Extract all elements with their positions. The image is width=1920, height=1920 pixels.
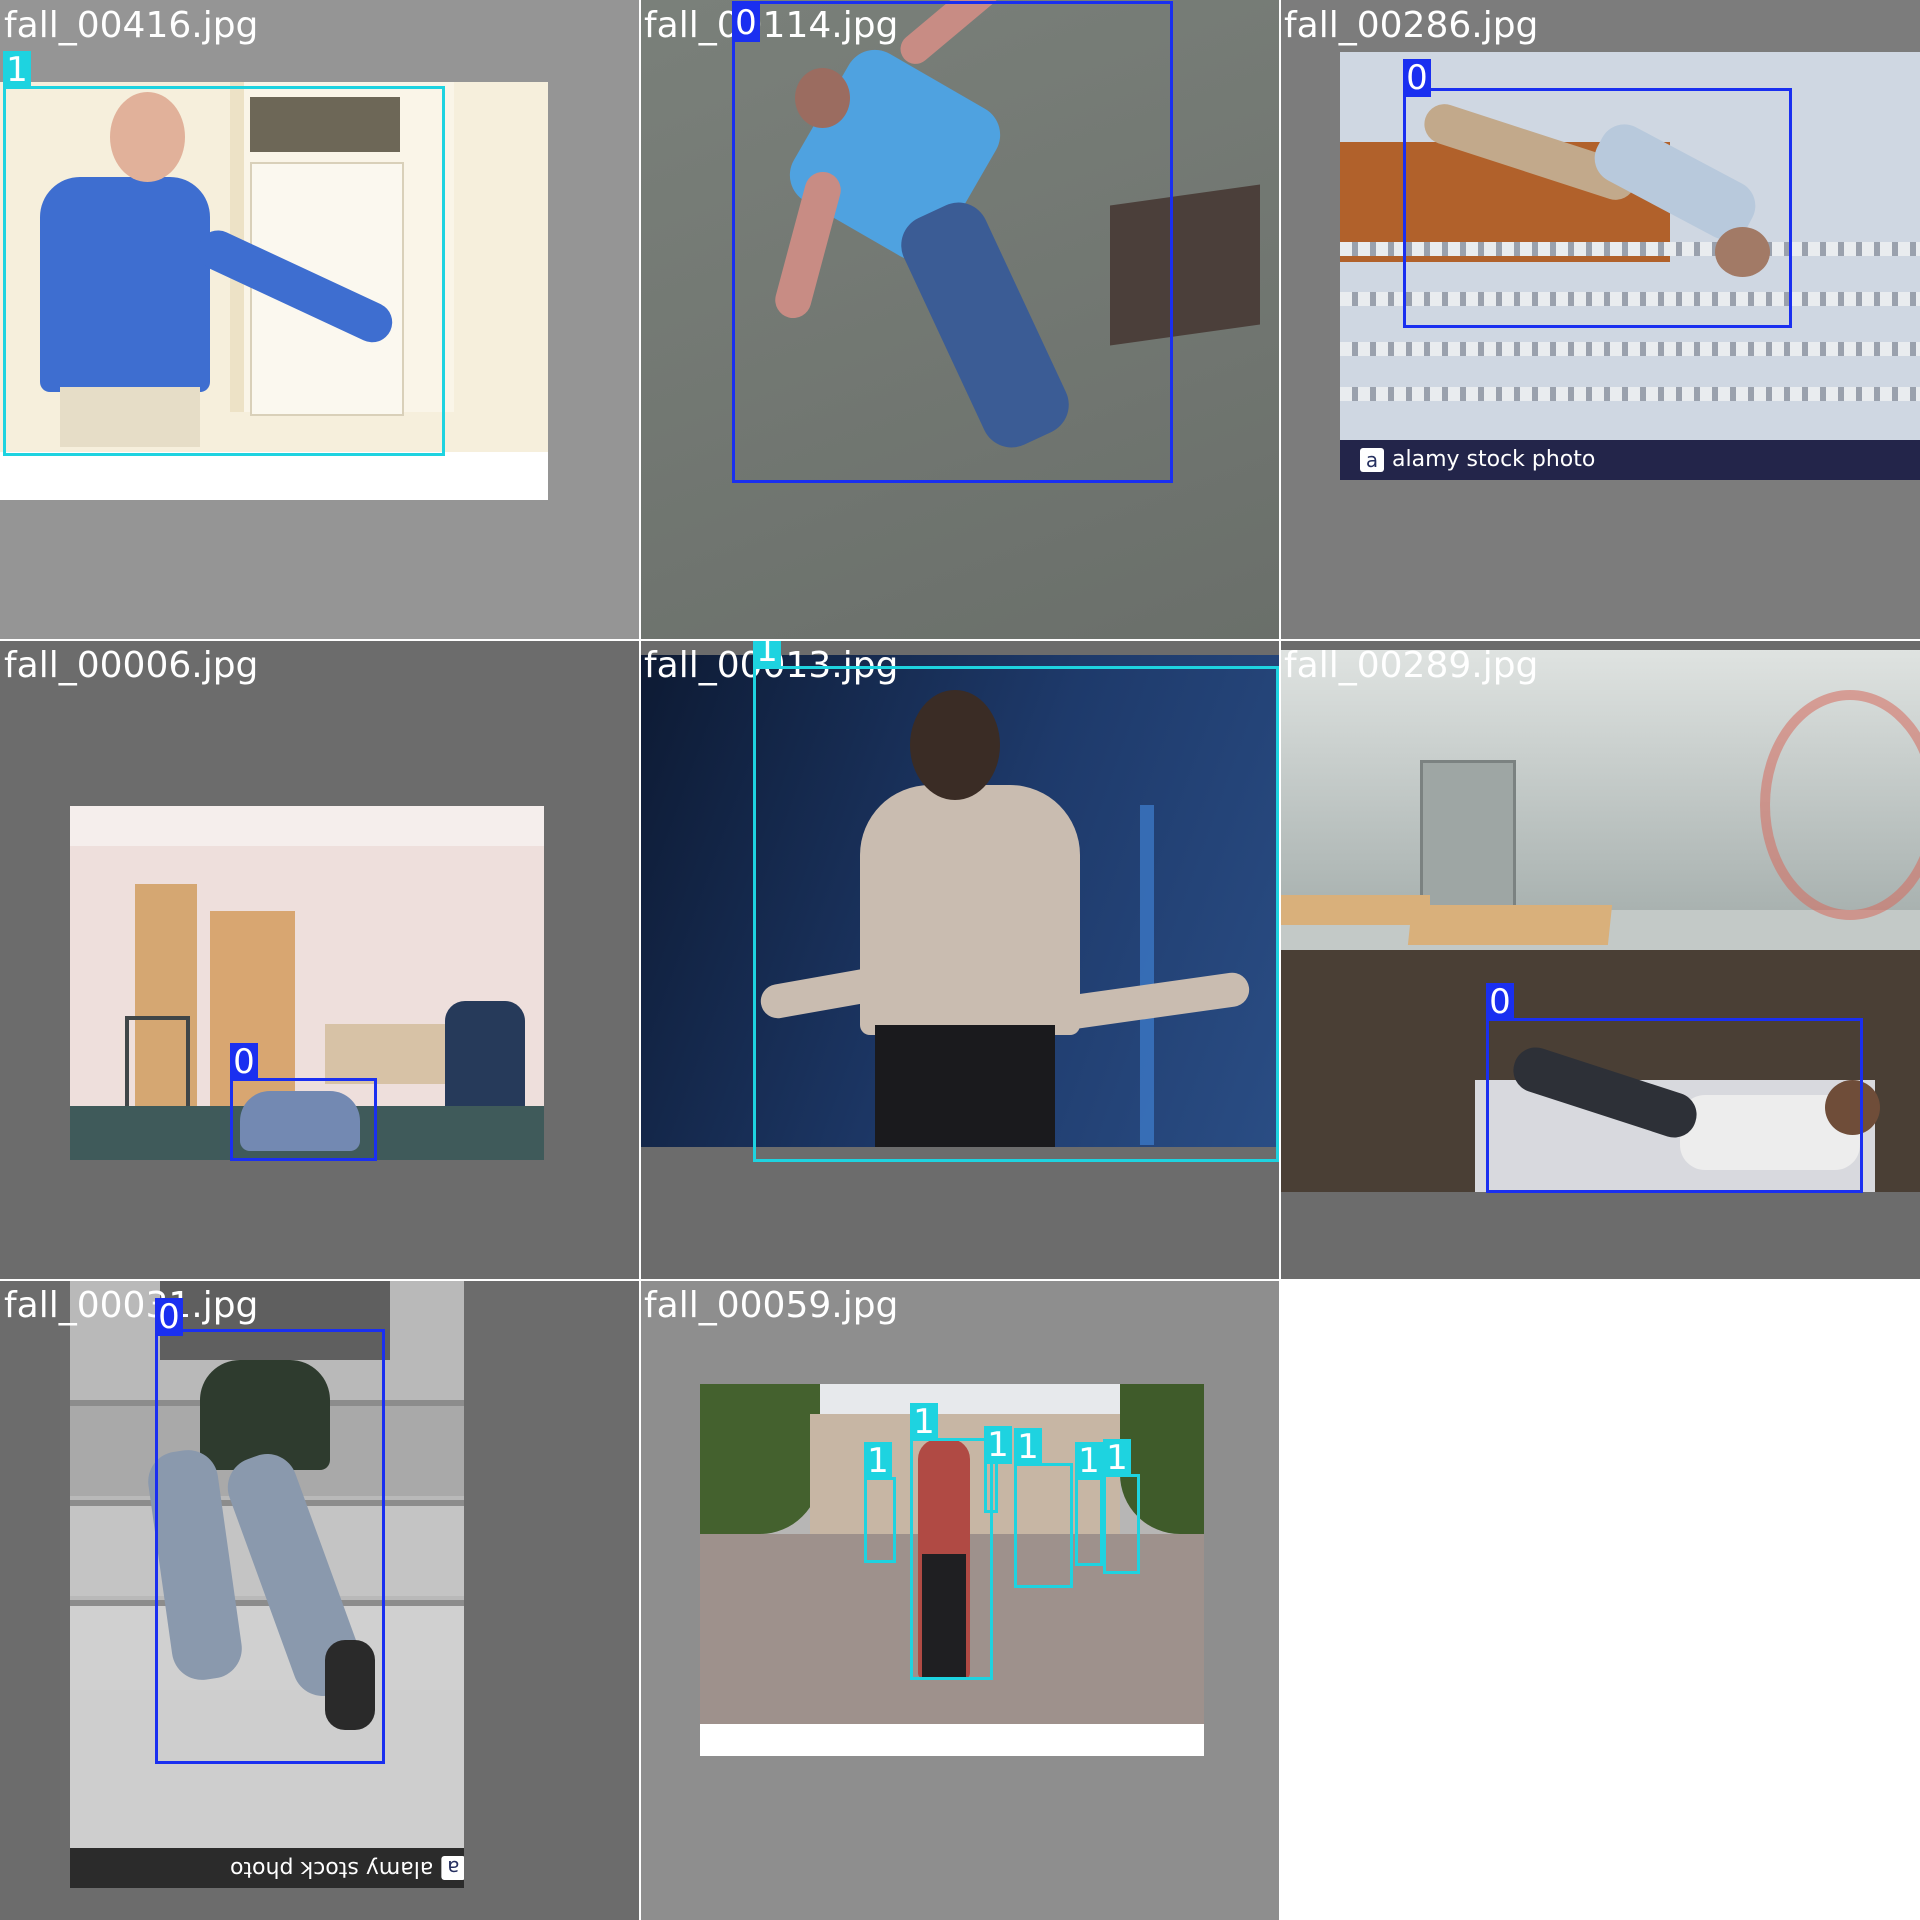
filename-label: fall_00416.jpg <box>4 5 259 46</box>
bbox-class-1: 1 <box>1103 1439 1140 1574</box>
bbox-label: 1 <box>910 1403 938 1441</box>
bbox-class-0: 0 <box>1403 59 1792 328</box>
tile-fall-00059: fall_00059.jpg 1 1 1 1 1 1 <box>640 1280 1280 1920</box>
bbox-label: 1 <box>1075 1442 1103 1480</box>
bbox-label: 1 <box>3 51 31 89</box>
bbox-class-1: 1 <box>984 1426 1012 1513</box>
filename-label: fall_00059.jpg <box>644 1285 899 1326</box>
empty-slot <box>1280 1280 1920 1920</box>
bbox-class-0: 0 <box>155 1298 385 1764</box>
alamy-logo-icon: a <box>1360 448 1384 472</box>
filename-label: fall_00286.jpg <box>1284 5 1539 46</box>
ceiling <box>70 806 544 846</box>
bbox-label: 0 <box>732 4 760 42</box>
filename-label: fall_00006.jpg <box>4 645 259 686</box>
grid-line-v2 <box>1279 0 1281 1920</box>
bbox-class-1: 1 <box>1014 1428 1073 1588</box>
filename-label: fall_00289.jpg <box>1284 645 1539 686</box>
tile-fall-00031: a alamy stock photo fall_00031.jpg 0 <box>0 1280 640 1920</box>
trees-left <box>700 1384 820 1534</box>
footer-strip <box>0 452 548 500</box>
stair-3 <box>1340 342 1920 356</box>
stair-4 <box>1340 387 1920 401</box>
bench-left <box>1280 895 1430 925</box>
tile-fall-00286: a alamy stock photo fall_00286.jpg 0 <box>1280 0 1920 640</box>
bbox-class-0: 0 <box>1486 983 1863 1193</box>
tile-fall-00013: fall_00013.jpg 1 <box>640 640 1280 1280</box>
bbox-label: 0 <box>230 1043 258 1081</box>
bbox-label: 0 <box>1403 59 1431 97</box>
tile-fall-00416: fall_00416.jpg 1 <box>0 0 640 640</box>
filename-label: fall_00031.jpg <box>4 1285 259 1326</box>
mosaic-grid: fall_00416.jpg 1 fall_00114.jpg 0 a alam… <box>0 0 1920 1920</box>
watermark-text: a alamy stock photo <box>230 1855 464 1881</box>
bbox-label: 1 <box>864 1442 892 1480</box>
bbox-class-1: 1 <box>3 51 445 456</box>
bbox-label: 1 <box>1103 1439 1131 1477</box>
watermark-text: a alamy stock photo <box>1360 447 1595 473</box>
tile-fall-00114: fall_00114.jpg 0 <box>640 0 1280 640</box>
grid-line-h2 <box>0 1279 1920 1281</box>
bbox-class-1: 1 <box>753 640 1279 1162</box>
bbox-class-0: 0 <box>732 1 1173 483</box>
footer-strip <box>700 1724 1204 1756</box>
tile-fall-00289: fall_00289.jpg 0 <box>1280 640 1920 1280</box>
bbox-class-0: 0 <box>230 1043 377 1161</box>
bench-right <box>1407 905 1613 945</box>
bbox-class-1: 1 <box>910 1403 993 1680</box>
watermark-caption: alamy stock photo <box>230 1856 434 1881</box>
bbox-class-1: 1 <box>864 1442 896 1563</box>
bbox-label: 0 <box>1486 983 1514 1021</box>
grid-line-h1 <box>0 639 1920 641</box>
bbox-label: 1 <box>753 640 781 669</box>
alamy-logo-icon: a <box>441 1856 464 1880</box>
bbox-label: 0 <box>155 1298 183 1336</box>
bbox-label: 1 <box>984 1426 1012 1464</box>
bbox-label: 1 <box>1014 1428 1042 1466</box>
grid-line-v1 <box>639 0 641 1920</box>
desk <box>325 1024 455 1084</box>
tile-fall-00006: fall_00006.jpg 0 <box>0 640 640 1280</box>
bbox-class-1: 1 <box>1075 1442 1103 1566</box>
elevator <box>1420 760 1516 916</box>
watermark-caption: alamy stock photo <box>1392 447 1596 472</box>
